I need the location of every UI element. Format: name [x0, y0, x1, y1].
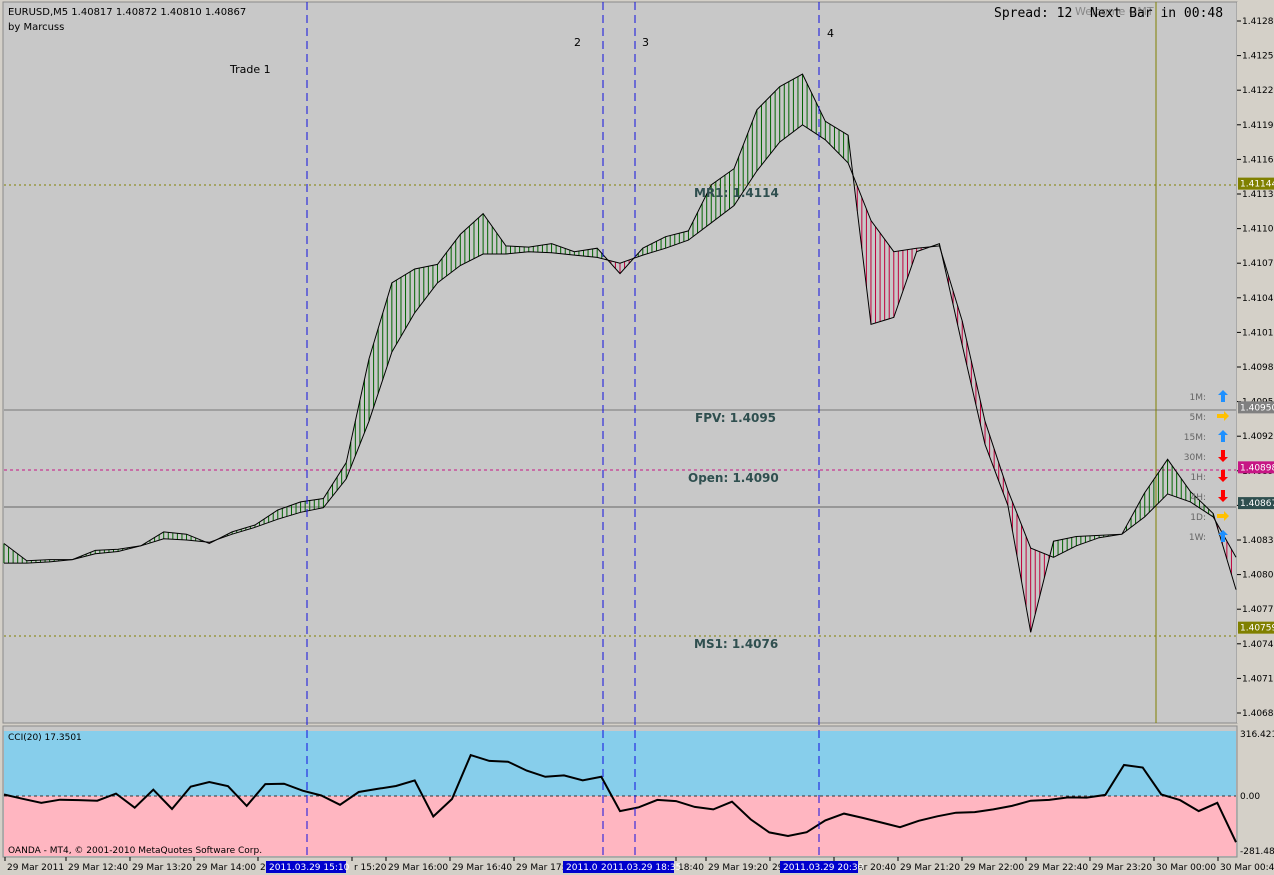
time-tick-label: 29 Mar 23:20 [1092, 863, 1152, 873]
price-tick-label: 1.41045 [1242, 294, 1274, 304]
time-tick-label: 29 Mar 21:20 [900, 863, 960, 873]
timeframe-label: 5M: [1189, 413, 1206, 423]
cci-label: CCI(20) 17.3501 [8, 733, 82, 743]
price-tick-label: 1.41285 [1242, 17, 1274, 27]
price-tick-label: 1.40775 [1242, 605, 1274, 615]
line2-label: 2 [574, 36, 581, 49]
time-tick-label: 29 Mar 16:00 [388, 863, 448, 873]
time-tick-label: 30 Mar 00:00 [1156, 863, 1216, 873]
timeframe-label: 1W: [1189, 533, 1206, 543]
price-tick-label: 1.41165 [1242, 155, 1274, 165]
timeframe-label: 4H: [1190, 493, 1206, 503]
time-tick-label: 29 Mar 17:2 [516, 863, 570, 873]
price-tick-label: 1.41195 [1242, 121, 1274, 131]
mt4-chart-window: EURUSD,M5 1.40817 1.40872 1.40810 1.4086… [0, 0, 1274, 875]
time-tick-label: 18:40 [678, 863, 704, 873]
price-tick-label: 1.41105 [1242, 225, 1274, 235]
cci-overbought-zone [4, 731, 1236, 796]
price-tick-label: 1.41135 [1242, 190, 1274, 200]
time-tick-label: 29 Mar 14:00 [196, 863, 256, 873]
time-tick-label: 30 Mar 00:40 [1220, 863, 1274, 873]
price-tick-label: 1.40925 [1242, 432, 1274, 442]
price-marker-label: 1.40950 [1240, 403, 1274, 413]
price-marker-label: 1.40867 [1240, 499, 1274, 509]
cci-axis-mid: 0.00 [1240, 792, 1260, 802]
timeframe-label: 1D: [1190, 513, 1206, 523]
time-tick-label: 29 Mar 22:00 [964, 863, 1024, 873]
mr1-label: MR1: 1.4114 [694, 186, 779, 200]
price-tick-label: 1.40685 [1242, 709, 1274, 719]
price-tick-label: 1.40805 [1242, 571, 1274, 581]
trade1-label: Trade 1 [229, 63, 271, 76]
time-tick-label: 29 Mar 22:40 [1028, 863, 1088, 873]
price-tick-label: 1.40715 [1242, 674, 1274, 684]
price-tick-label: 1.41075 [1242, 259, 1274, 269]
ms1-label: MS1: 1.4076 [694, 637, 778, 651]
line4-label: 4 [827, 27, 834, 40]
open-label: Open: 1.4090 [688, 471, 779, 485]
time-tick-label: 29 Mar 16:40 [452, 863, 512, 873]
line3-label: 3 [642, 36, 649, 49]
time-tick-label: 29 Mar 12:40 [68, 863, 128, 873]
price-tick-label: 1.41225 [1242, 86, 1274, 96]
price-axis-ticks: 1.41285 1.41255 1.41225 1.41195 1.41165 1.411… [1237, 17, 1274, 719]
chart-canvas[interactable]: EURUSD,M5 1.40817 1.40872 1.40810 1.4086… [0, 0, 1274, 875]
timeframe-label: 1H: [1190, 473, 1206, 483]
price-tick-label: 1.41255 [1242, 52, 1274, 62]
time-marker-label: 2011.03.29 20:30 [783, 863, 864, 873]
main-chart-area[interactable] [2, 1, 1238, 724]
author-label: by Marcuss [8, 22, 64, 33]
cci-axis-top: 316.421 [1240, 730, 1274, 740]
price-tick-label: 1.40745 [1242, 640, 1274, 650]
price-marker-label: 1.41144 [1240, 180, 1274, 190]
time-marker-label: 2011.03.29 15:10 [269, 863, 350, 873]
price-tick-label: 1.40835 [1242, 536, 1274, 546]
timeframe-label: 1M: [1189, 393, 1206, 403]
price-marker-label: 1.40898 [1240, 463, 1274, 473]
price-tick-label: 1.40985 [1242, 363, 1274, 373]
symbol-info: EURUSD,M5 1.40817 1.40872 1.40810 1.4086… [8, 7, 246, 18]
spread-label: Spread: 12 [994, 6, 1072, 21]
timeframe-label: 30M: [1184, 453, 1206, 463]
price-marker-label: 1.40759 [1240, 624, 1274, 634]
time-tick-label: 29 Mar 13:20 [132, 863, 192, 873]
fpv-label: FPV: 1.4095 [695, 411, 776, 425]
timeframe-label: 15M: [1184, 433, 1206, 443]
price-tick-label: 1.41015 [1242, 328, 1274, 338]
next-bar-label: Next Bar in 00:48 [1090, 6, 1223, 21]
time-tick-label: 29 Mar 2011 [7, 863, 64, 873]
time-tick-label: 29 Mar 19:20 [708, 863, 768, 873]
time-marker-label: 2011.03.29 18:35 [601, 863, 681, 873]
time-marker-label: 2011.0 [566, 863, 598, 873]
copyright-label: OANDA - MT4, © 2001-2010 MetaQuotes Soft… [8, 846, 262, 856]
time-tick-label: r 15:20 [354, 863, 387, 873]
cci-axis-bottom: -281.481 [1240, 847, 1274, 857]
